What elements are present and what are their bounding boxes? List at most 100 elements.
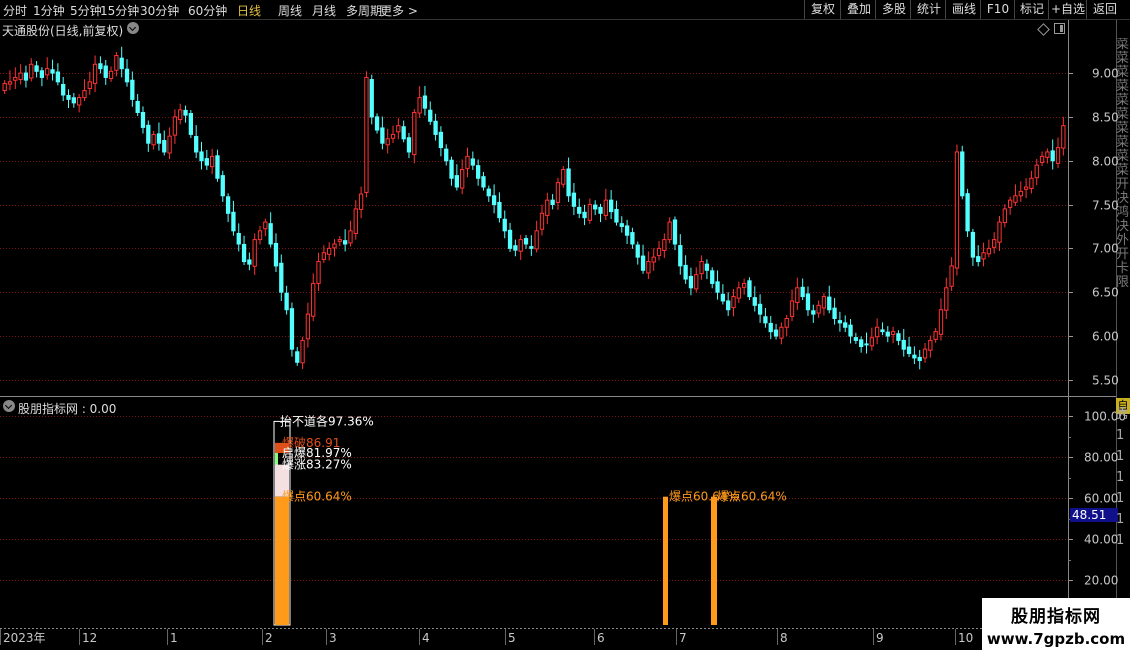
candle-body xyxy=(672,219,678,245)
candle-body xyxy=(406,137,412,153)
chevron-down-icon[interactable] xyxy=(127,22,139,34)
candle-body xyxy=(1045,151,1050,158)
candle-body xyxy=(486,188,491,197)
side-list-lower[interactable]: 秀 1 1 1 1 1 1 xyxy=(1116,404,1130,604)
candlestick-series[interactable] xyxy=(2,46,1066,370)
toolbar-button-2[interactable]: 多股 xyxy=(875,0,912,19)
toolbar-button-1[interactable]: 叠加 xyxy=(840,0,877,19)
period-tab-2[interactable]: 5分钟 xyxy=(70,2,102,19)
candle-body xyxy=(124,68,130,83)
indicator-bar xyxy=(663,496,668,625)
candle-body xyxy=(2,83,7,92)
candle-body xyxy=(321,252,327,260)
candle-body xyxy=(433,120,438,135)
period-tab-5[interactable]: 60分钟 xyxy=(188,2,227,19)
x-axis: 2023年 12 1 2 3 4 5 6 7 8 9 10 xyxy=(0,629,973,645)
candle-body xyxy=(385,138,390,146)
period-tab-7[interactable]: 周线 xyxy=(278,2,302,19)
indicator-label: 爆点60.64% xyxy=(282,490,352,504)
x-tick-label: 12 xyxy=(82,631,97,645)
period-tab-6[interactable]: 日线 xyxy=(237,2,261,19)
candle-body xyxy=(61,83,66,96)
candle-body xyxy=(656,247,662,257)
candle-body xyxy=(209,155,215,168)
y-tick-label: 7.00 xyxy=(1092,242,1119,256)
candle-body xyxy=(960,151,965,197)
candle-body xyxy=(135,100,140,114)
candle-body xyxy=(215,155,220,179)
candle-body xyxy=(396,125,401,133)
toolbar-button-0[interactable]: 复权 xyxy=(804,0,841,19)
candle-body xyxy=(662,239,667,251)
candle-body xyxy=(853,337,859,341)
candle-body xyxy=(76,97,82,106)
candle-body xyxy=(864,343,869,346)
candle-body xyxy=(1029,177,1034,190)
candle-body xyxy=(704,263,710,271)
candle-body xyxy=(789,300,795,317)
candle-body xyxy=(1061,125,1066,149)
candle-body xyxy=(901,339,906,350)
sub-grid xyxy=(0,416,1068,581)
candle-body xyxy=(720,293,726,302)
candle-body xyxy=(593,204,598,210)
candle-body xyxy=(119,57,124,70)
candle-body xyxy=(66,95,71,100)
candle-body xyxy=(811,310,816,315)
candle-body xyxy=(1002,208,1007,224)
y-tick-label: 60.00 xyxy=(1084,492,1118,506)
x-tick-label: 5 xyxy=(508,631,516,645)
candle-body xyxy=(1055,147,1061,164)
candle-body xyxy=(162,140,167,153)
candle-body xyxy=(45,68,50,76)
toolbar-button-3[interactable]: 统计 xyxy=(910,0,947,19)
candle-body xyxy=(412,112,417,156)
candle-body xyxy=(1050,150,1055,162)
period-tab-0[interactable]: 分时 xyxy=(3,2,27,19)
x-tick-label: 7 xyxy=(679,631,687,645)
candle-body xyxy=(757,303,763,315)
candle-body xyxy=(874,326,880,338)
candle-body xyxy=(348,230,353,244)
y-tick-label: 5.50 xyxy=(1092,374,1119,388)
candle-body xyxy=(390,133,396,139)
candle-body xyxy=(608,199,614,213)
candle-body xyxy=(465,155,470,169)
layout-icon[interactable] xyxy=(1054,23,1065,34)
candle-body xyxy=(220,175,225,197)
period-tab-10[interactable]: 更多 > xyxy=(380,2,418,19)
toolbar-button-5[interactable]: F10 xyxy=(980,0,1015,19)
candle-body xyxy=(986,247,992,255)
candle-body xyxy=(305,313,311,340)
period-tab-4[interactable]: 30分钟 xyxy=(140,2,179,19)
y-tick-label: 7.50 xyxy=(1092,199,1119,213)
candle-body xyxy=(529,246,534,249)
candle-body xyxy=(880,329,885,333)
candle-body xyxy=(651,256,656,263)
y-tick-label: 8.00 xyxy=(1092,155,1119,169)
candle-body xyxy=(18,72,23,81)
candle-body xyxy=(938,309,944,335)
period-tab-8[interactable]: 月线 xyxy=(312,2,336,19)
candle-body xyxy=(337,239,342,242)
chevron-down-icon[interactable] xyxy=(3,400,15,412)
candle-body xyxy=(273,242,279,267)
period-tab-9[interactable]: 多周期 xyxy=(346,2,382,19)
toolbar-button-4[interactable]: 画线 xyxy=(945,0,982,19)
candle-body xyxy=(50,69,55,74)
candle-body xyxy=(470,158,475,166)
period-tab-3[interactable]: 15分钟 xyxy=(100,2,139,19)
candle-body xyxy=(151,133,156,146)
candle-body xyxy=(981,252,986,260)
toolbar-button-8[interactable]: 返回 xyxy=(1086,0,1123,19)
candle-body xyxy=(268,223,273,245)
toolbar-button-6[interactable]: 标记 xyxy=(1014,0,1049,19)
candle-body xyxy=(928,339,933,351)
candle-body xyxy=(199,151,204,162)
candle-body xyxy=(156,133,162,144)
candle-body xyxy=(401,126,406,140)
toolbar-button-7[interactable]: +自选 xyxy=(1048,0,1087,19)
candle-body xyxy=(327,247,332,255)
period-tab-1[interactable]: 1分钟 xyxy=(33,2,65,19)
indicator-title: 股朋指标网 : 0.00 xyxy=(18,402,117,416)
